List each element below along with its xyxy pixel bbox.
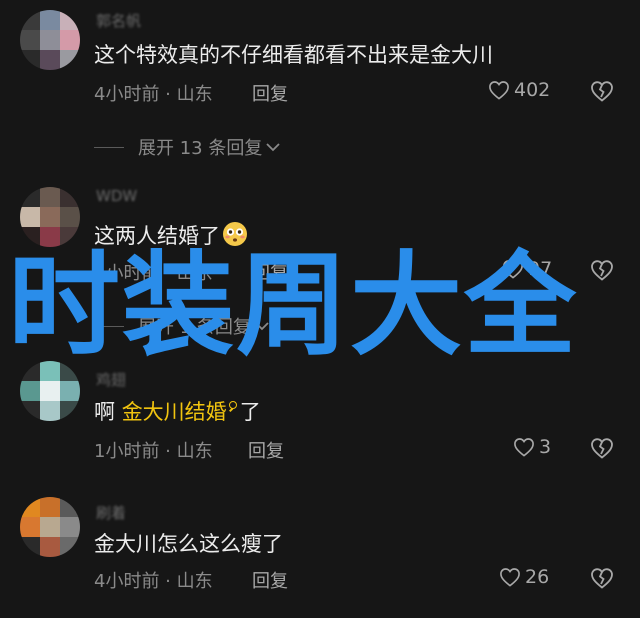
search-icon[interactable]	[228, 401, 239, 412]
dislike-button[interactable]	[590, 259, 614, 285]
avatar-mosaic-tile	[40, 381, 60, 401]
avatar[interactable]	[20, 10, 80, 70]
avatar-mosaic-tile	[40, 227, 60, 247]
avatar-mosaic-tile	[40, 401, 60, 421]
like-count: 26	[525, 566, 550, 588]
avatar-mosaic-tile	[40, 517, 60, 537]
avatar-mosaic-tile	[20, 187, 40, 207]
comment-time-location: 4小时前 · 山东	[94, 84, 213, 105]
avatar-mosaic-tile	[20, 227, 40, 247]
heart-icon	[489, 81, 509, 100]
avatar-mosaic-tile	[20, 50, 40, 70]
avatar-mosaic-tile	[60, 497, 80, 517]
avatar-mosaic-tile	[40, 361, 60, 381]
expand-replies-button[interactable]: 展开 1 条回复	[94, 313, 269, 339]
avatar[interactable]	[20, 187, 80, 247]
avatar-mosaic-tile	[60, 227, 80, 247]
comment-text: 金大川怎么这么瘦了	[94, 532, 283, 556]
avatar-mosaic-tile	[40, 537, 60, 557]
avatar-mosaic-tile	[20, 537, 40, 557]
dislike-button[interactable]	[590, 567, 614, 593]
avatar-mosaic-tile	[20, 381, 40, 401]
reply-button[interactable]: 回复	[252, 567, 288, 593]
chevron-down-icon	[266, 143, 280, 152]
avatar-mosaic-tile	[60, 537, 80, 557]
avatar-mosaic-tile	[60, 361, 80, 381]
avatar-mosaic-tile	[20, 517, 40, 537]
like-button[interactable]: 402	[488, 79, 550, 101]
like-button[interactable]: 26	[499, 566, 549, 588]
comment-text-body: 这两人结婚了	[94, 224, 220, 248]
dislike-button[interactable]	[590, 80, 614, 106]
comment-section: 郭名帆 这个特效真的不仔细看都看不出来是金大川 4小时前 · 山东 回复 402…	[0, 0, 640, 618]
reply-button[interactable]: 回复	[252, 259, 288, 285]
avatar-mosaic-tile	[40, 497, 60, 517]
like-count: 402	[514, 79, 551, 101]
expand-replies-label: 展开 13 条回复	[138, 138, 263, 159]
broken-heart-icon	[591, 438, 613, 459]
username[interactable]: WDW	[96, 187, 137, 205]
avatar-mosaic-tile	[60, 517, 80, 537]
broken-heart-icon	[591, 81, 613, 102]
avatar-mosaic-tile	[60, 187, 80, 207]
dislike-button[interactable]	[590, 437, 614, 463]
like-count: 3	[539, 436, 552, 458]
avatar[interactable]	[20, 497, 80, 557]
avatar-mosaic-tile	[60, 207, 80, 227]
avatar-mosaic-tile	[60, 401, 80, 421]
avatar-mosaic-tile	[20, 401, 40, 421]
broken-heart-icon	[591, 568, 613, 589]
avatar-mosaic-tile	[20, 10, 40, 30]
avatar-mosaic-tile	[20, 207, 40, 227]
like-button[interactable]: 97	[502, 258, 552, 280]
search-keyword-link[interactable]: 金大川结婚	[122, 400, 227, 424]
comment-text: 啊 金大川结婚了	[94, 396, 261, 426]
expand-replies-button[interactable]: 展开 13 条回复	[94, 134, 280, 160]
like-count: 97	[528, 258, 553, 280]
expand-replies-label: 展开 1 条回复	[138, 317, 251, 338]
comment-time-location: 4小时前 · 山东	[94, 571, 213, 592]
username[interactable]: 郭名帆	[96, 10, 141, 31]
avatar-mosaic-tile	[60, 10, 80, 30]
reply-button[interactable]: 回复	[248, 437, 284, 463]
avatar-mosaic-tile	[40, 50, 60, 70]
comment-text: 这个特效真的不仔细看都看不出来是金大川	[94, 43, 493, 67]
avatar[interactable]	[20, 361, 80, 421]
like-button[interactable]: 3	[513, 436, 551, 458]
divider-line	[94, 325, 124, 327]
avatar-mosaic-tile	[40, 30, 60, 50]
comment-text-suffix: 了	[239, 400, 261, 424]
avatar-mosaic-tile	[20, 30, 40, 50]
avatar-mosaic-tile	[60, 381, 80, 401]
broken-heart-icon	[591, 260, 613, 281]
flushed-face-emoji	[223, 222, 247, 246]
comment-time-location: 2小时前 · 山东	[94, 263, 213, 284]
reply-button[interactable]: 回复	[252, 80, 288, 106]
heart-icon	[503, 260, 523, 279]
username[interactable]: 刷着	[96, 502, 126, 523]
avatar-mosaic-tile	[20, 497, 40, 517]
avatar-mosaic-tile	[40, 187, 60, 207]
avatar-mosaic-tile	[20, 361, 40, 381]
heart-icon	[514, 438, 534, 457]
watermark-text: 时装周大全	[8, 241, 578, 371]
avatar-mosaic-tile	[60, 30, 80, 50]
heart-icon	[500, 568, 520, 587]
avatar-mosaic-tile	[40, 207, 60, 227]
avatar-mosaic-tile	[40, 10, 60, 30]
comment-time-location: 1小时前 · 山东	[94, 441, 213, 462]
comment-text: 这两人结婚了	[94, 220, 248, 250]
avatar-mosaic-tile	[60, 50, 80, 70]
username[interactable]: 鸡翅	[96, 369, 126, 390]
chevron-down-icon	[255, 322, 269, 331]
comment-text-prefix: 啊	[94, 400, 122, 424]
divider-line	[94, 146, 124, 148]
